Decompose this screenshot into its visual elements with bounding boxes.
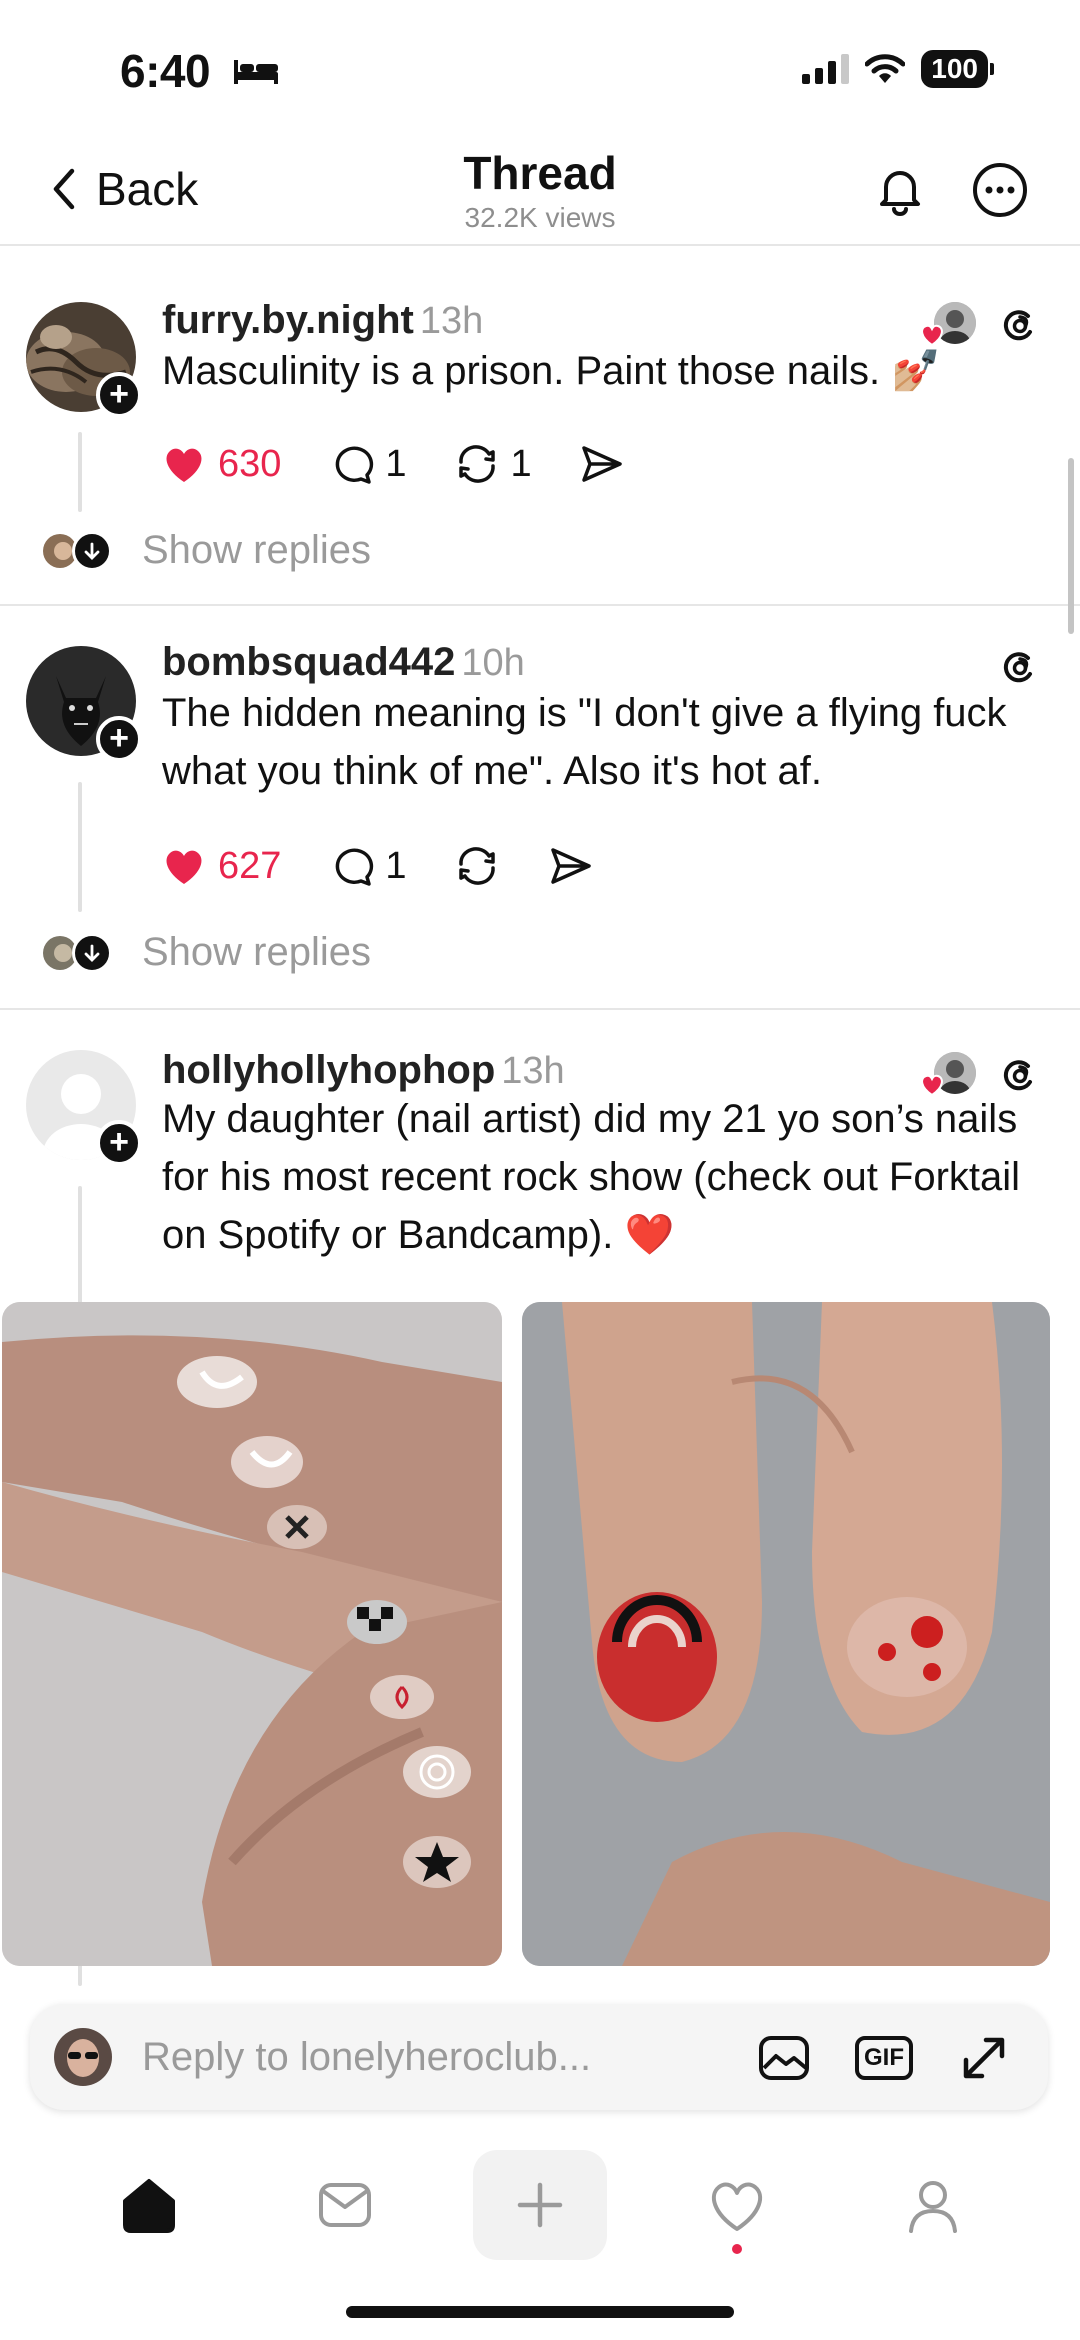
my-avatar — [54, 2028, 112, 2086]
post-username[interactable]: furry.by.night 13h — [162, 298, 483, 343]
share-button[interactable] — [547, 842, 595, 890]
home-icon — [123, 2179, 175, 2233]
threads-logo-icon[interactable] — [998, 644, 1042, 688]
nav-profile[interactable] — [878, 2150, 988, 2260]
reply-button[interactable]: 1 — [327, 842, 407, 890]
reply-count: 1 — [385, 442, 407, 485]
repost-button[interactable]: 1 — [453, 440, 532, 488]
reply-button[interactable]: 1 — [327, 440, 407, 488]
comment-icon — [336, 446, 374, 484]
nav-home[interactable] — [94, 2150, 204, 2260]
nav-create[interactable] — [473, 2150, 607, 2260]
signal-icon — [802, 54, 850, 84]
repost-count: 1 — [510, 442, 532, 485]
share-button[interactable] — [578, 440, 626, 488]
username-text[interactable]: hollyhollyhophop — [162, 1048, 495, 1092]
arrow-down-icon — [72, 932, 112, 973]
expand-icon[interactable] — [956, 2030, 1012, 2086]
image-icon[interactable] — [756, 2030, 812, 2086]
thread-line — [78, 782, 82, 912]
arrow-down-icon — [72, 530, 112, 571]
status-time: 6:40 — [120, 45, 211, 97]
follow-plus-button[interactable]: + — [96, 716, 142, 762]
activity-notification-dot — [732, 2244, 742, 2254]
like-count: 627 — [218, 844, 282, 887]
follow-plus-button[interactable]: + — [96, 1120, 142, 1166]
fingertips-red-nail-art-photo[interactable] — [522, 1302, 1050, 1966]
nav-inbox[interactable] — [290, 2150, 400, 2260]
threads-logo-icon[interactable] — [998, 302, 1042, 346]
post-actions: 627 1 — [160, 842, 641, 890]
bottom-navigation — [0, 2138, 1080, 2268]
status-bar: 6:40 100 — [0, 0, 1080, 140]
post-time: 13h — [419, 300, 484, 342]
post-time: 10h — [461, 642, 525, 684]
reply-input[interactable] — [142, 2028, 742, 2086]
username-text[interactable]: furry.by.night — [162, 298, 414, 342]
back-label: Back — [96, 163, 199, 215]
show-replies-button[interactable]: Show replies — [40, 528, 371, 573]
post-actions: 630 1 1 — [160, 440, 672, 488]
post-username[interactable]: bombsquad442 10h — [162, 640, 525, 685]
chevron-left-icon — [53, 168, 75, 210]
thread-line — [78, 432, 82, 512]
send-icon — [581, 446, 622, 482]
like-button[interactable]: 630 — [160, 440, 281, 488]
gif-label: GIF — [855, 2036, 913, 2080]
home-indicator[interactable] — [346, 2306, 734, 2318]
scrollbar[interactable] — [1068, 458, 1074, 634]
repost-button[interactable] — [453, 842, 501, 890]
create-icon — [517, 2182, 563, 2228]
more-icon[interactable] — [970, 160, 1030, 220]
like-count: 630 — [218, 442, 282, 485]
comment-icon — [336, 848, 374, 886]
post: + bombsquad442 10h The hidden meaning is … — [0, 606, 1080, 1006]
bed-icon — [234, 60, 278, 84]
profile-icon — [909, 2181, 957, 2233]
heart-filled-icon — [166, 448, 202, 482]
battery-icon: 100 — [921, 50, 994, 88]
show-replies-button[interactable]: Show replies — [40, 930, 371, 975]
activity-icon — [711, 2182, 763, 2231]
gif-button[interactable]: GIF — [855, 2030, 913, 2086]
reply-count: 1 — [385, 844, 407, 887]
repost-icon — [458, 445, 495, 483]
send-icon — [550, 848, 591, 884]
hand-with-painted-nails-photo[interactable] — [2, 1302, 502, 1966]
heart-filled-icon — [166, 850, 202, 884]
back-button[interactable]: Back — [50, 162, 198, 216]
bell-icon[interactable] — [870, 160, 930, 220]
repost-icon — [458, 847, 495, 885]
username-text[interactable]: bombsquad442 — [162, 640, 455, 684]
reply-composer: GIF — [30, 2004, 1048, 2110]
wifi-icon — [865, 54, 906, 83]
follow-plus-button[interactable]: + — [96, 372, 142, 418]
author-liked-badge — [918, 302, 976, 347]
post-text: The hidden meaning is "I don't give a fl… — [162, 691, 1007, 793]
post-text: Masculinity is a prison. Paint those nai… — [162, 349, 942, 393]
post: + furry.by.night 13h Masculinity is a pri… — [0, 246, 1080, 604]
post-username[interactable]: hollyhollyhophop 13h — [162, 1048, 565, 1093]
show-replies-label: Show replies — [142, 528, 372, 572]
show-replies-label: Show replies — [142, 930, 372, 974]
inbox-icon — [319, 2183, 371, 2227]
post-text: My daughter (nail artist) did my 21 yo s… — [162, 1097, 1021, 1257]
like-button[interactable]: 627 — [160, 842, 281, 890]
post-time: 13h — [501, 1050, 565, 1092]
thread-header: Back Thread 32.2K views — [0, 140, 1080, 246]
